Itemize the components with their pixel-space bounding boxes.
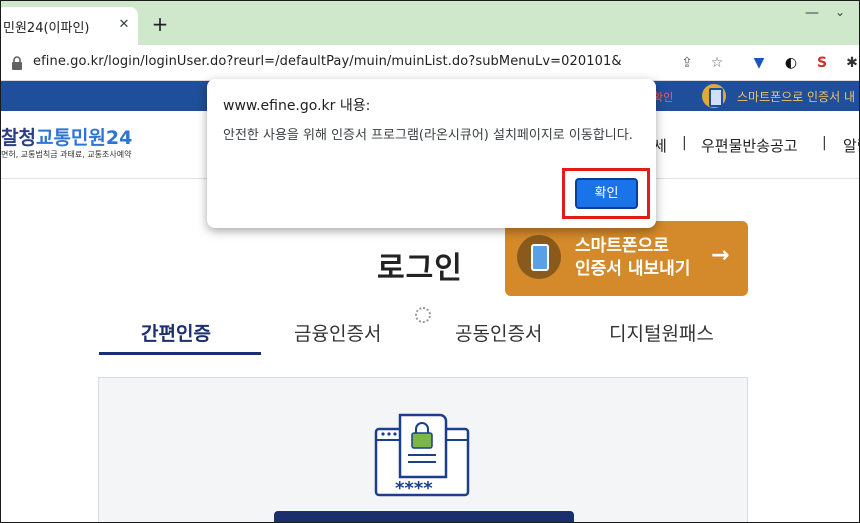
chevron-down-icon[interactable]: ⌄ [835,5,845,19]
extension-s-icon[interactable]: S [812,53,832,73]
site-logo[interactable]: 찰청교통민원24 [1,123,132,150]
screenshot-frame: 민원24(이파인) ✕ + — ⌄ efine.go.kr/login/logi… [0,0,860,523]
smartphone-icon [702,84,726,108]
extension-p-icon[interactable]: ◐ [781,53,801,73]
logo-subtitle: 면허, 교통범칙금 과태료, 교통조사예약 [1,150,132,159]
url-text[interactable]: efine.go.kr/login/loginUser.do?reurl=/de… [33,54,622,69]
tab-simple-auth[interactable]: 간편인증 [141,319,211,346]
simple-auth-submit-button[interactable] [274,511,574,522]
nav-separator: | [822,135,827,151]
arrow-right-icon: → [711,243,730,268]
logo-text-left: 찰청 [1,127,36,149]
nav-separator: | [682,135,687,151]
masked-pin-text: **** [395,478,433,499]
active-tab-underline [99,352,261,355]
bookmark-star-icon[interactable]: ☆ [707,53,727,73]
new-tab-button[interactable]: + [149,13,171,35]
nav-item-notice[interactable]: 알림 [843,135,859,156]
extensions-puzzle-icon[interactable]: ✱ [842,53,859,73]
topbar-red-link[interactable]: 확인 [653,89,673,105]
tab-title: 민원24(이파인) [3,21,90,36]
share-icon[interactable]: ⇪ [677,53,697,73]
export-certificate-button[interactable]: 스마트폰으로 인증서 내보내기 → [505,221,748,296]
tab-financial-cert[interactable]: 금융인증서 [294,319,381,346]
nav-item-returned-mail[interactable]: 우편물반송공고 [701,135,798,156]
login-method-tabs: 간편인증 금융인증서 공동인증서 디지털원패스 [99,311,759,357]
auth-panel: **** [98,377,748,522]
tab-joint-cert[interactable]: 공동인증서 [455,319,542,346]
browser-tab[interactable]: 민원24(이파인) ✕ [1,7,138,45]
window-minimize-icon[interactable]: — [805,5,819,21]
tab-digital-onepass[interactable]: 디지털원패스 [609,319,714,346]
browser-tabstrip: 민원24(이파인) ✕ + — ⌄ [1,1,859,45]
alert-dialog: www.efine.go.kr 내용: 안전한 사용을 위해 인증서 프로그램(… [207,79,656,228]
smartphone-icon [517,235,561,279]
tab-close-icon[interactable]: ✕ [115,16,133,34]
export-button-label: 스마트폰으로 인증서 내보내기 [575,236,691,279]
logo-text-right: 교통민원24 [35,127,133,149]
lock-icon [12,56,22,70]
extension-v-icon[interactable]: ▼ [749,53,769,73]
dialog-title: www.efine.go.kr 내용: [223,98,371,114]
ok-button[interactable]: 확인 [575,178,638,209]
topbar-smartphone-link[interactable]: 스마트폰으로 인증서 내 [737,88,855,105]
page-title: 로그인 [377,251,463,286]
address-bar[interactable]: efine.go.kr/login/loginUser.do?reurl=/de… [1,45,859,81]
dialog-message: 안전한 사용을 위해 인증서 프로그램(라온시큐어) 설치페이지로 이동합니다. [223,128,633,143]
